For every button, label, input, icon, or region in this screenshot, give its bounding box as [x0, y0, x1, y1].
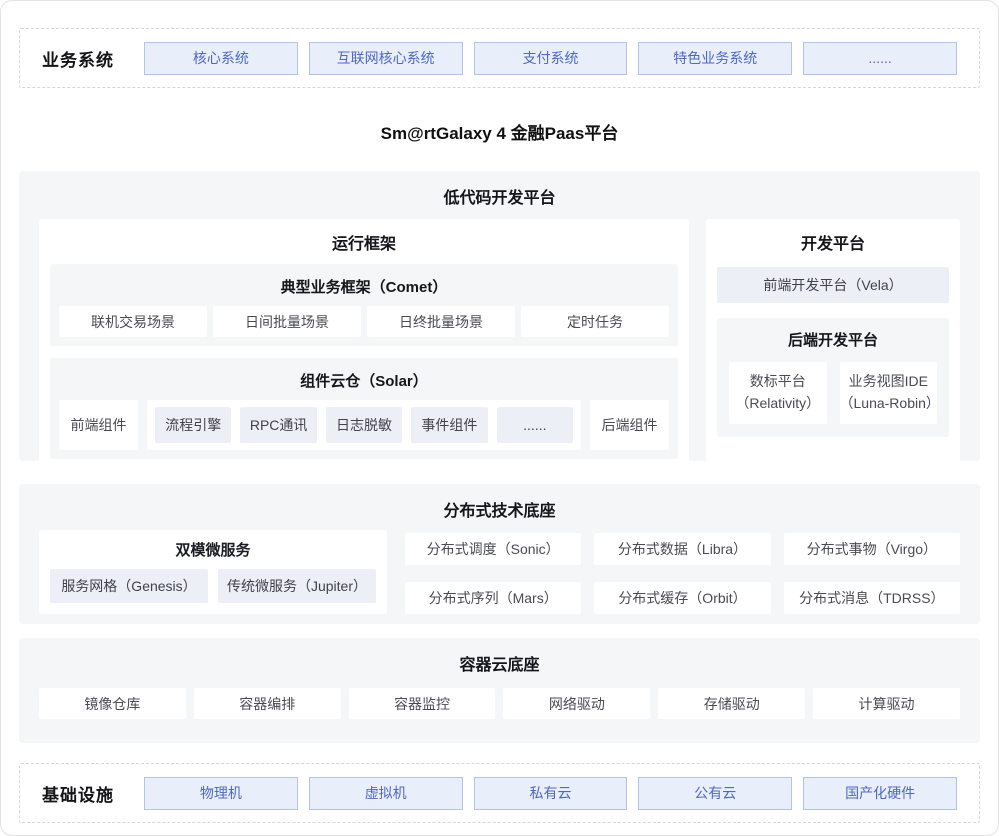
- distributed-service-cell: 分布式序列（Mars）: [405, 582, 581, 614]
- business-system-box: 核心系统: [144, 42, 298, 75]
- distributed-service-cell: 分布式数据（Libra）: [594, 533, 770, 565]
- dual-mode-title: 双模微服务: [50, 532, 376, 569]
- luna-robin-code: （Luna-Robin）: [840, 393, 938, 415]
- relativity-code: （Relativity）: [735, 393, 820, 415]
- comet-framework-box: 典型业务框架（Comet） 联机交易场景 日间批量场景 日终批量场景 定时任务: [50, 264, 678, 346]
- distributed-service-cell: 分布式事物（Virgo）: [784, 533, 960, 565]
- runtime-framework-title: 运行框架: [50, 221, 678, 264]
- business-system-box: ......: [803, 42, 957, 75]
- container-cloud-title: 容器云底座: [19, 638, 980, 675]
- solar-tag: RPC通讯: [240, 407, 316, 443]
- container-cloud-cell: 镜像仓库: [39, 688, 186, 719]
- container-cloud-cell: 网络驱动: [503, 688, 650, 719]
- container-cloud-cell: 容器编排: [194, 688, 341, 719]
- solar-tag: 流程引擎: [155, 407, 231, 443]
- front-component-cell: 前端组件: [59, 400, 138, 450]
- luna-robin-name: 业务视图IDE: [849, 371, 928, 393]
- dev-platform-panel: 开发平台 前端开发平台（Vela） 后端开发平台 数标平台 （Relativit…: [706, 219, 960, 470]
- comet-title: 典型业务框架（Comet）: [59, 271, 669, 306]
- dev-platform-title: 开发平台: [717, 221, 949, 264]
- infrastructure-band: 基础设施 物理机 虚拟机 私有云 公有云 国产化硬件: [19, 763, 980, 823]
- business-system-box: 支付系统: [474, 42, 628, 75]
- distributed-service-cell: 分布式缓存（Orbit）: [594, 582, 770, 614]
- business-system-box: 互联网核心系统: [309, 42, 463, 75]
- distributed-service-cell: 分布式调度（Sonic）: [405, 533, 581, 565]
- business-systems-label: 业务系统: [42, 46, 144, 71]
- solar-component-box: 组件云仓（Solar） 前端组件 流程引擎 RPC通讯 日志脱敏 事件组件 ..…: [50, 358, 678, 459]
- infrastructure-label: 基础设施: [42, 781, 144, 806]
- container-cloud-cell: 计算驱动: [813, 688, 960, 719]
- distributed-services-grid: 分布式调度（Sonic） 分布式数据（Libra） 分布式事物（Virgo） 分…: [405, 530, 960, 614]
- infrastructure-boxes: 物理机 虚拟机 私有云 公有云 国产化硬件: [144, 777, 957, 810]
- relativity-platform-cell: 数标平台 （Relativity）: [729, 362, 827, 424]
- solar-tag-strip: 流程引擎 RPC通讯 日志脱敏 事件组件 ......: [147, 400, 581, 450]
- distributed-base-section: 分布式技术底座 双模微服务 服务网格（Genesis） 传统微服务（Jupite…: [19, 484, 980, 624]
- relativity-name: 数标平台: [750, 371, 806, 393]
- business-systems-band: 业务系统 核心系统 互联网核心系统 支付系统 特色业务系统 ......: [19, 28, 980, 88]
- dual-mode-microservice-panel: 双模微服务 服务网格（Genesis） 传统微服务（Jupiter）: [39, 530, 387, 614]
- infrastructure-box: 国产化硬件: [803, 777, 957, 810]
- platform-title: Sm@rtGalaxy 4 金融Paas平台: [1, 119, 998, 144]
- infrastructure-box: 公有云: [638, 777, 792, 810]
- architecture-diagram: 业务系统 核心系统 互联网核心系统 支付系统 特色业务系统 ...... Sm@…: [0, 0, 999, 836]
- distributed-base-title: 分布式技术底座: [19, 484, 980, 521]
- container-cloud-section: 容器云底座 镜像仓库 容器编排 容器监控 网络驱动 存储驱动 计算驱动: [19, 638, 980, 743]
- container-cloud-cell: 容器监控: [349, 688, 496, 719]
- service-mesh-tag: 服务网格（Genesis）: [50, 569, 208, 603]
- comet-scenario-cell: 日终批量场景: [367, 306, 515, 337]
- infrastructure-box: 虚拟机: [309, 777, 463, 810]
- low-code-section: 低代码开发平台 运行框架 典型业务框架（Comet） 联机交易场景 日间批量场景…: [19, 171, 980, 461]
- solar-title: 组件云仓（Solar）: [59, 365, 669, 400]
- solar-tag: 日志脱敏: [326, 407, 402, 443]
- backend-dev-platform-box: 后端开发平台 数标平台 （Relativity） 业务视图IDE （Luna-R…: [717, 318, 949, 437]
- runtime-framework-panel: 运行框架 典型业务框架（Comet） 联机交易场景 日间批量场景 日终批量场景 …: [39, 219, 689, 470]
- comet-scenario-cell: 日间批量场景: [213, 306, 361, 337]
- comet-scenario-cell: 联机交易场景: [59, 306, 207, 337]
- back-component-cell: 后端组件: [590, 400, 669, 450]
- business-system-box: 特色业务系统: [638, 42, 792, 75]
- vela-frontend-platform-box: 前端开发平台（Vela）: [717, 267, 949, 303]
- backend-dev-title: 后端开发平台: [729, 324, 937, 359]
- traditional-microservice-tag: 传统微服务（Jupiter）: [218, 569, 376, 603]
- solar-tag: ......: [497, 407, 573, 443]
- luna-robin-ide-cell: 业务视图IDE （Luna-Robin）: [840, 362, 938, 424]
- low-code-title: 低代码开发平台: [19, 171, 980, 208]
- business-systems-boxes: 核心系统 互联网核心系统 支付系统 特色业务系统 ......: [144, 42, 957, 75]
- distributed-service-cell: 分布式消息（TDRSS）: [784, 582, 960, 614]
- comet-scenario-cell: 定时任务: [521, 306, 669, 337]
- container-cloud-cell: 存储驱动: [658, 688, 805, 719]
- infrastructure-box: 私有云: [474, 777, 628, 810]
- infrastructure-box: 物理机: [144, 777, 298, 810]
- solar-tag: 事件组件: [411, 407, 487, 443]
